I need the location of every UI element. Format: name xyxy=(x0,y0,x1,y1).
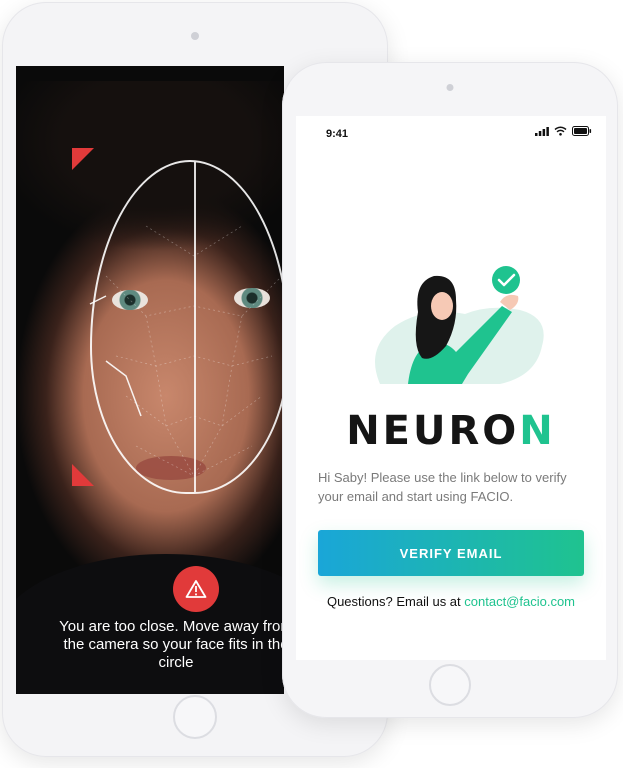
home-button[interactable] xyxy=(429,664,471,706)
status-icons xyxy=(535,126,592,136)
warning-message: You are too close. Move away from the ca… xyxy=(59,618,284,671)
face-center-line xyxy=(194,162,196,492)
front-camera-dot xyxy=(446,84,454,91)
contact-email-link[interactable]: contact@facio.com xyxy=(464,594,575,609)
front-phone: 9:41 NEURON Hi Saby! Please use the link… xyxy=(282,62,618,718)
wifi-icon xyxy=(554,126,567,136)
contact-prefix: Questions? Email us at xyxy=(326,594,465,609)
contact-line: Questions? Email us at contact@facio.com xyxy=(296,594,606,609)
signal-icon xyxy=(535,126,549,136)
brand-prefix: NEURO xyxy=(346,408,520,454)
verify-message: Hi Saby! Please use the link below to ve… xyxy=(318,470,567,504)
warning-badge xyxy=(173,566,219,612)
warning-triangle-icon xyxy=(185,580,207,598)
brand-logo: NEURON xyxy=(296,408,606,454)
home-button[interactable] xyxy=(173,695,217,739)
status-time: 9:41 xyxy=(326,128,349,140)
verify-email-screen: 9:41 NEURON Hi Saby! Please use the link… xyxy=(296,116,606,660)
verify-email-button[interactable]: VERIFY EMAIL xyxy=(318,530,584,576)
front-camera-dot xyxy=(191,32,199,40)
battery-icon xyxy=(572,126,592,136)
brand-suffix: N xyxy=(519,408,556,454)
face-scan-screen: You are too close. Move away from the ca… xyxy=(16,66,284,694)
woman-check-illustration xyxy=(375,266,544,384)
